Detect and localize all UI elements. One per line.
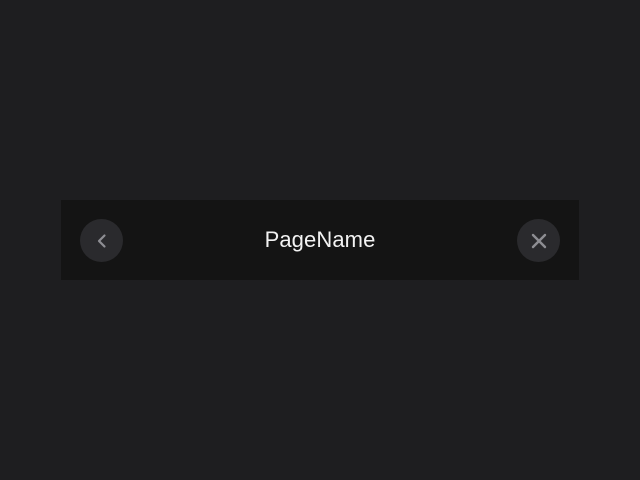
close-icon	[530, 232, 548, 250]
back-button[interactable]	[80, 219, 123, 262]
navigation-bar: PageName	[61, 200, 579, 280]
page-title: PageName	[264, 227, 376, 252]
page-background: PageName	[0, 0, 640, 480]
close-button[interactable]	[517, 219, 560, 262]
chevron-left-icon	[94, 233, 110, 249]
